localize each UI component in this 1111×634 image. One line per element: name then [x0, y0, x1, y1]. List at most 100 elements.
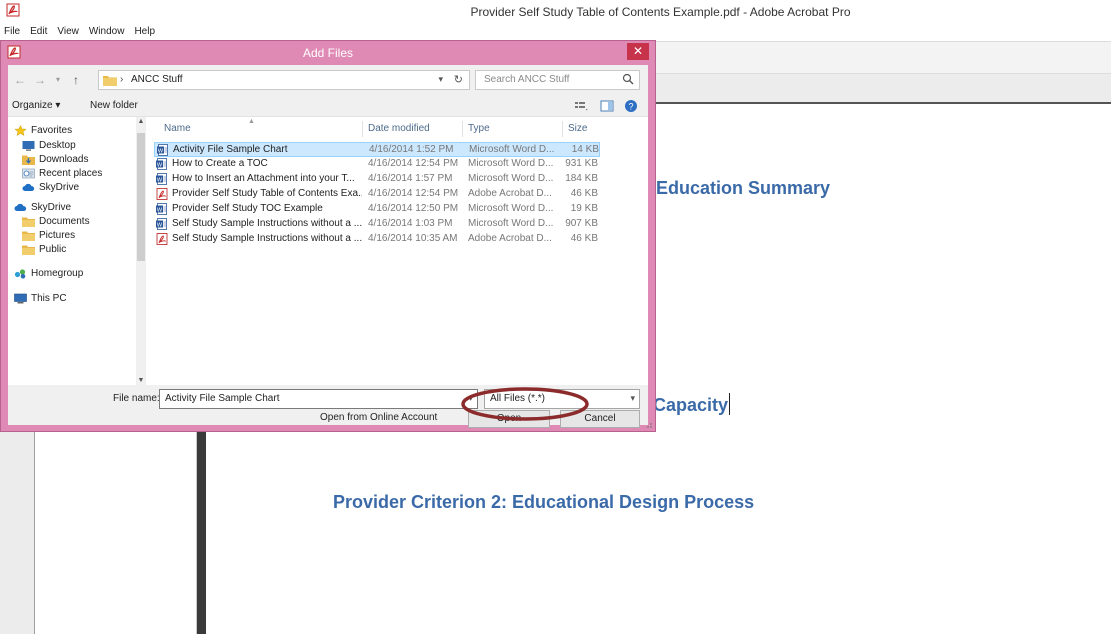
file-row[interactable]: Self Study Sample Instructions without a… [154, 232, 600, 247]
menu-view[interactable]: View [57, 24, 79, 40]
doc-heading-education-summary: Education Summary [656, 178, 831, 198]
file-name-label: File name: [113, 393, 160, 404]
up-arrow-icon[interactable]: ↑ [68, 72, 84, 88]
file-name-value: Activity File Sample Chart [165, 393, 280, 404]
file-row[interactable]: W How to Insert an Attachment into your T… [154, 172, 600, 187]
navigation-tree: Favorites Desktop Downloads Recent places Sk… [8, 117, 136, 385]
tree-item-recent-places[interactable]: Recent places [22, 166, 102, 180]
tree-scrollbar[interactable]: ▲ ▼ [136, 117, 146, 385]
file-date-cell: 4/16/2014 1:52 PM [369, 144, 454, 155]
breadcrumb[interactable]: ANCC Stuff [131, 74, 183, 85]
scroll-up-arrow-icon[interactable]: ▲ [136, 118, 146, 125]
resize-grip-icon[interactable] [643, 419, 653, 429]
address-bar[interactable]: › ANCC Stuff ▾ ↻ [98, 70, 470, 90]
file-type-select[interactable]: All Files (*.*) ▾ [484, 389, 640, 409]
search-placeholder: Search ANCC Stuff [484, 74, 570, 85]
tree-item-label: Desktop [39, 139, 76, 151]
tree-item-homegroup[interactable]: Homegroup [14, 266, 83, 280]
column-header-date[interactable]: Date modified [368, 117, 430, 141]
view-options-icon[interactable] [574, 99, 588, 113]
svg-text:W: W [158, 148, 164, 154]
folder-icon [22, 231, 35, 241]
tree-item-documents[interactable]: Documents [22, 214, 90, 228]
file-date-cell: 4/16/2014 12:50 PM [368, 203, 459, 214]
refresh-icon[interactable]: ↻ [454, 73, 463, 86]
open-button[interactable]: Open [468, 410, 550, 428]
file-row[interactable]: W How to Create a TOC 4/16/2014 12:54 PM Mi… [154, 157, 600, 172]
back-arrow-icon[interactable]: ← [12, 72, 28, 88]
tree-item-skydrive[interactable]: SkyDrive [14, 200, 71, 214]
svg-text:W: W [157, 207, 163, 213]
organize-button[interactable]: Organize ▾ [12, 100, 60, 111]
menu-edit[interactable]: Edit [30, 24, 47, 40]
file-name-input[interactable]: Activity File Sample Chart ▾ [159, 389, 478, 409]
scroll-down-arrow-icon[interactable]: ▼ [136, 377, 146, 384]
tree-item-downloads[interactable]: Downloads [22, 152, 88, 166]
word-document-icon: W [156, 218, 167, 230]
chevron-down-icon[interactable]: ▾ [50, 72, 66, 88]
tree-item-desktop[interactable]: Desktop [22, 138, 76, 152]
file-size-cell: 46 KB [570, 188, 598, 199]
preview-pane-icon[interactable] [600, 99, 614, 113]
scrollbar-thumb[interactable] [137, 133, 145, 261]
help-icon[interactable]: ? [624, 99, 638, 113]
file-name-cell: Provider Self Study TOC Example [172, 203, 323, 214]
file-row[interactable]: W Activity File Sample Chart 4/16/2014 1:5… [154, 142, 600, 157]
tree-item-pictures[interactable]: Pictures [22, 228, 75, 242]
forward-arrow-icon[interactable]: → [32, 72, 48, 88]
column-header-type[interactable]: Type [468, 117, 490, 141]
chevron-down-icon[interactable]: ▾ [438, 74, 443, 85]
app-window-title: Provider Self Study Table of Contents Ex… [470, 5, 851, 19]
close-button[interactable]: ✕ [627, 43, 649, 60]
dialog-titlebar[interactable]: Add Files ✕ [1, 41, 655, 63]
file-date-cell: 4/16/2014 1:57 PM [368, 173, 453, 184]
word-document-icon: W [156, 173, 167, 185]
add-files-dialog: Add Files ✕ ← → ▾ ↑ › ANCC Stuff ▾ ↻ Sea… [0, 40, 656, 432]
menu-file[interactable]: File [4, 24, 20, 40]
word-document-icon: W [156, 203, 167, 215]
chevron-down-icon[interactable]: ▾ [630, 393, 635, 404]
file-row[interactable]: W Self Study Sample Instructions without … [154, 217, 600, 232]
tree-item-label: Favorites [31, 124, 73, 136]
file-type-cell: Microsoft Word D... [468, 203, 554, 214]
text-cursor [729, 393, 731, 415]
file-name-row: File name: Activity File Sample Chart ▾ … [8, 385, 648, 428]
tree-item-label: SkyDrive [39, 181, 80, 193]
file-list: Name ▲ Date modified Type Size W Activity… [148, 117, 648, 385]
file-row[interactable]: W Provider Self Study TOC Example 4/16/201… [154, 202, 600, 217]
file-type-cell: Adobe Acrobat D... [468, 233, 552, 244]
file-row[interactable]: Provider Self Study Table of Contents Ex… [154, 187, 600, 202]
menu-help[interactable]: Help [134, 24, 155, 40]
breadcrumb-separator: › [120, 74, 124, 85]
sort-arrow-icon: ▲ [248, 118, 255, 125]
tree-item-public[interactable]: Public [22, 242, 66, 256]
star-icon [14, 124, 27, 136]
skydrive-icon [14, 203, 27, 211]
column-header-size[interactable]: Size [568, 117, 587, 141]
column-divider[interactable] [462, 121, 463, 137]
column-header-name[interactable]: Name [164, 117, 191, 141]
column-divider[interactable] [562, 121, 563, 137]
column-divider[interactable] [362, 121, 363, 137]
cancel-button[interactable]: Cancel [560, 410, 640, 428]
file-type-value: All Files (*.*) [490, 393, 546, 404]
new-folder-button[interactable]: New folder [90, 100, 138, 111]
recent-places-icon [22, 168, 35, 178]
file-size-cell: 46 KB [570, 233, 598, 244]
tree-item-skydrive[interactable]: SkyDrive [22, 180, 79, 194]
tree-item-favorites[interactable]: Favorites [14, 123, 72, 137]
chevron-down-icon[interactable]: ▾ [468, 393, 473, 404]
desktop-icon [22, 140, 35, 151]
file-size-cell: 184 KB [565, 173, 598, 184]
file-name-cell: Activity File Sample Chart [173, 144, 288, 155]
menu-window[interactable]: Window [89, 24, 125, 40]
file-date-cell: 4/16/2014 12:54 PM [368, 188, 459, 199]
file-size-cell: 931 KB [565, 158, 598, 169]
file-name-cell: Self Study Sample Instructions without a… [172, 233, 362, 244]
search-input[interactable]: Search ANCC Stuff [475, 70, 640, 90]
tree-item-this-pc[interactable]: This PC [14, 291, 67, 305]
pdf-document-icon [156, 188, 168, 200]
open-from-online-account-button[interactable]: Open from Online Account [320, 412, 437, 423]
command-bar: Organize ▾ New folder ? [8, 95, 648, 117]
tree-item-label: SkyDrive [31, 201, 72, 213]
